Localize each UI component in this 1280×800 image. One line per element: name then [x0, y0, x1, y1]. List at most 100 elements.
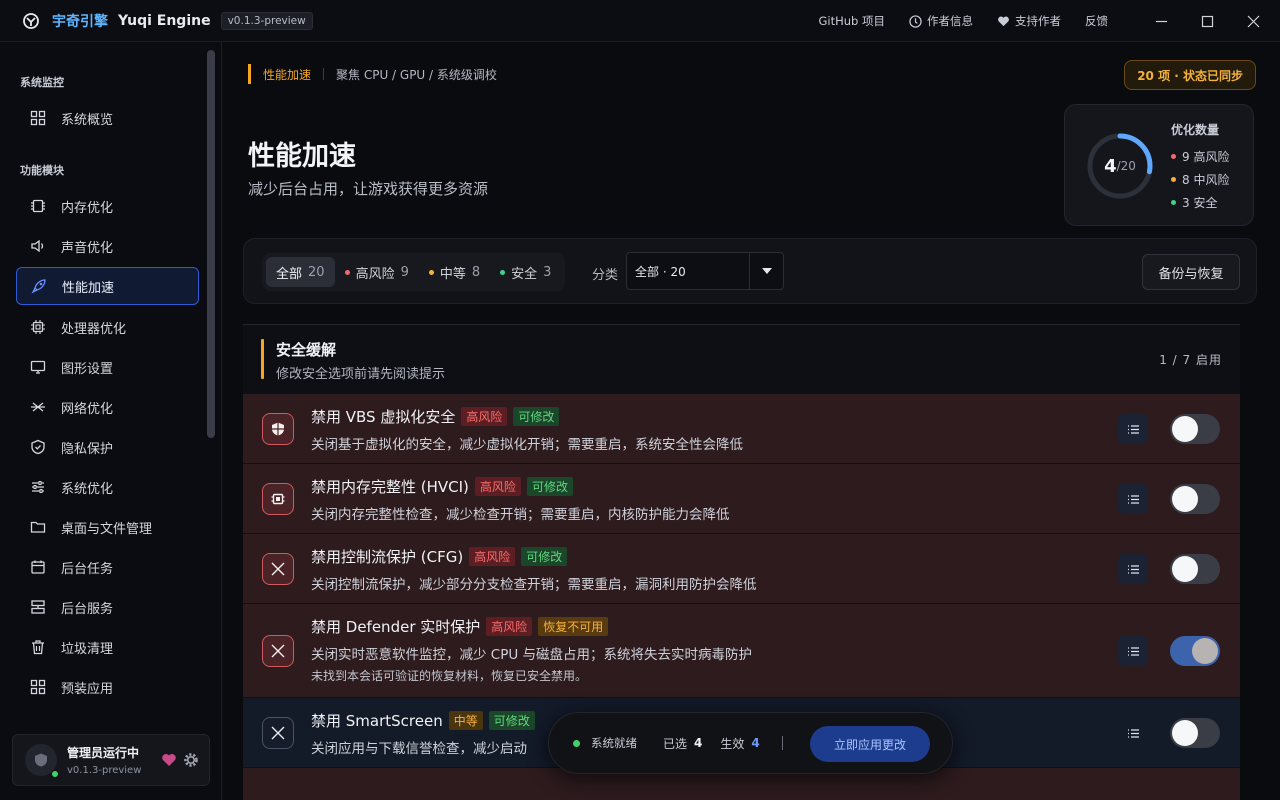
- sidebar-item-system[interactable]: 系统优化: [16, 468, 199, 506]
- list-icon: [1127, 646, 1139, 656]
- status-tag: 可修改: [521, 547, 568, 566]
- details-button[interactable]: [1118, 718, 1148, 748]
- category-select[interactable]: 全部 · 20: [626, 252, 784, 290]
- filter-safe[interactable]: 安全 3: [490, 257, 561, 287]
- apply-changes-button[interactable]: 立即应用更改: [810, 726, 930, 762]
- close-button[interactable]: [1230, 0, 1276, 42]
- sidebar-item-network[interactable]: 网络优化: [16, 388, 199, 426]
- item-description: 关闭控制流保护，减少部分分支检查开销；需要重启，漏洞利用防护会降低: [311, 577, 757, 593]
- filter-high-risk[interactable]: 高风险 9: [335, 257, 419, 287]
- rocket-icon: [31, 279, 46, 294]
- stat-mid-risk: 8 中风险: [1171, 171, 1229, 188]
- section-title: 安全缓解: [276, 341, 337, 359]
- enable-toggle[interactable]: [1170, 718, 1220, 748]
- item-note: 未找到本会话可验证的恢复材料，恢复已安全禁用。: [311, 669, 588, 683]
- heart-icon: [998, 16, 1009, 26]
- risk-tag: 高风险: [461, 407, 508, 426]
- sidebar-item-privacy[interactable]: 隐私保护: [16, 428, 199, 466]
- filter-mid-risk[interactable]: 中等 8: [419, 257, 490, 287]
- list-icon: [1127, 728, 1139, 738]
- item-title: 禁用 Defender 实时保护: [311, 618, 481, 636]
- filter-all[interactable]: 全部 20: [266, 257, 335, 287]
- info-icon: [909, 14, 922, 28]
- page-title: 性能加速: [248, 141, 356, 172]
- selected-count: 4: [694, 736, 703, 750]
- sliders-icon: [32, 481, 44, 493]
- item-description: 关闭实时恶意软件监控，减少 CPU 与磁盘占用；系统将失去实时病毒防护: [311, 647, 753, 663]
- sidebar-item-overview[interactable]: 系统概览: [16, 99, 199, 137]
- enable-toggle[interactable]: [1170, 554, 1220, 584]
- feedback-link[interactable]: 反馈: [1085, 13, 1108, 29]
- gear-icon[interactable]: [183, 752, 199, 768]
- sidebar-item-cleanup[interactable]: 垃圾清理: [16, 628, 199, 666]
- effective-label: 生效: [720, 736, 745, 751]
- list-icon: [1127, 424, 1139, 434]
- support-author-link[interactable]: 支持作者: [997, 13, 1061, 29]
- maximize-button[interactable]: [1184, 0, 1230, 42]
- selected-label: 已选: [663, 736, 688, 751]
- item-title: 禁用 SmartScreen: [311, 712, 443, 730]
- author-info-link[interactable]: 作者信息: [909, 13, 973, 29]
- action-bar: 系统就绪 已选 4 生效 4 立即应用更改: [548, 712, 953, 774]
- sidebar-item-sound[interactable]: 声音优化: [16, 227, 199, 265]
- category-value: 全部 · 20: [635, 264, 686, 279]
- sidebar-item-background-services[interactable]: 后台服务: [16, 588, 199, 626]
- shield-icon: [31, 439, 45, 455]
- close-x-icon: [271, 562, 285, 576]
- list-item: 禁用控制流保护 (CFG) 高风险 可修改 关闭控制流保护，减少部分分支检查开销；需…: [243, 534, 1240, 604]
- minimize-icon: [1155, 20, 1167, 22]
- sidebar-scrollbar[interactable]: [207, 50, 215, 438]
- details-button[interactable]: [1118, 484, 1148, 514]
- sidebar-item-cpu[interactable]: 处理器优化: [16, 308, 199, 346]
- breadcrumb-current: 性能加速: [263, 67, 312, 82]
- total-count: /20: [1116, 159, 1136, 173]
- minimize-button[interactable]: [1138, 0, 1184, 42]
- grid-icon: [30, 110, 46, 126]
- breadcrumb-path: 聚焦 CPU / GPU / 系统级调校: [336, 67, 497, 82]
- sidebar-item-graphics[interactable]: 图形设置: [16, 348, 199, 386]
- section-label-modules: 功能模块: [20, 164, 64, 177]
- effective-count: 4: [751, 736, 760, 750]
- section-subtitle: 修改安全选项前请先阅读提示: [276, 367, 446, 382]
- enable-toggle[interactable]: [1170, 414, 1220, 444]
- sync-status-badge: 20 项 · 状态已同步: [1124, 60, 1256, 90]
- cpu-icon: [31, 320, 45, 334]
- app-name-en: Yuqi Engine: [118, 12, 211, 29]
- item-title: 禁用控制流保护 (CFG): [311, 548, 464, 566]
- enable-toggle[interactable]: [1170, 636, 1220, 666]
- enabled-count: 4: [1104, 155, 1117, 177]
- section-enabled-count: 1 / 7 启用: [1159, 353, 1222, 367]
- filter-bar: 全部 20 高风险 9 中等 8 安全 3 分类 全部 · 20 备份与恢复: [243, 238, 1257, 304]
- item-title: 禁用内存完整性 (HVCI): [311, 478, 469, 496]
- sidebar-item-performance[interactable]: 性能加速: [16, 267, 199, 305]
- shield-icon: [272, 422, 284, 436]
- memory-chip-icon: [271, 493, 285, 505]
- item-description: 关闭基于虚拟化的安全，减少虚拟化开销；需要重启，系统安全性会降低: [311, 437, 743, 453]
- github-link[interactable]: GitHub 项目: [818, 13, 885, 29]
- list-icon: [1127, 494, 1139, 504]
- server-icon: [31, 600, 45, 614]
- user-role: 管理员运行中: [67, 746, 140, 760]
- app-logo-icon: [23, 12, 39, 29]
- monitor-icon: [30, 360, 46, 374]
- status-tag: 可修改: [526, 477, 573, 496]
- risk-tag: 高风险: [474, 477, 521, 496]
- status-tag: 恢复不可用: [538, 617, 609, 636]
- enable-toggle[interactable]: [1170, 484, 1220, 514]
- sidebar-item-memory[interactable]: 内存优化: [16, 187, 199, 225]
- status-tag: 可修改: [513, 407, 560, 426]
- details-button[interactable]: [1118, 636, 1148, 666]
- risk-filter-tabs: 全部 20 高风险 9 中等 8 安全 3: [262, 253, 566, 291]
- sidebar-item-preinstalled-apps[interactable]: 预装应用: [16, 668, 199, 706]
- heart-icon[interactable]: [161, 752, 177, 768]
- optimization-stats-card: 4/20 优化数量 9 高风险 8 中风险 3 安全: [1064, 104, 1254, 226]
- sidebar-item-desktop-files[interactable]: 桌面与文件管理: [16, 508, 199, 546]
- folder-icon: [30, 521, 46, 533]
- list-item: 禁用 Defender 实时保护 高风险 恢复不可用 关闭实时恶意软件监控，减少 C…: [243, 604, 1240, 698]
- speaker-icon: [31, 239, 44, 253]
- details-button[interactable]: [1118, 554, 1148, 584]
- sidebar-item-background-tasks[interactable]: 后台任务: [16, 548, 199, 586]
- backup-restore-button[interactable]: 备份与恢复: [1142, 254, 1240, 290]
- memory-chip-icon: [31, 199, 45, 213]
- details-button[interactable]: [1118, 414, 1148, 444]
